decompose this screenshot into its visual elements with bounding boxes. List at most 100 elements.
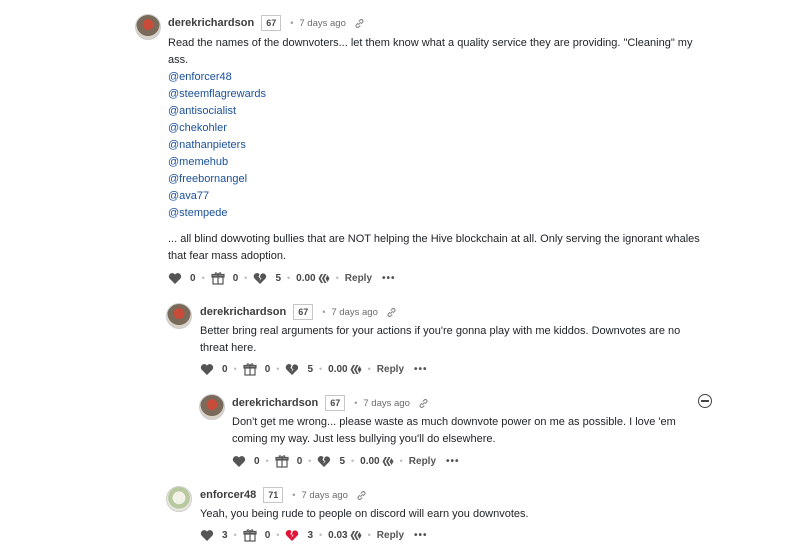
reputation-badge: 67	[293, 304, 314, 320]
timestamp[interactable]: 7 days ago	[299, 18, 345, 29]
mention-link[interactable]: @ava77	[168, 188, 748, 205]
hive-icon	[350, 530, 362, 540]
separator-dot: •	[367, 530, 371, 540]
comment-actions: 0 • 0 • 5 • 0.00 • Reply •••	[168, 271, 396, 285]
upvote-count[interactable]: 0	[222, 364, 228, 375]
gift-count[interactable]: 0	[297, 456, 303, 467]
separator-dot: •	[308, 456, 312, 466]
payout-amount: 0.00	[328, 363, 348, 375]
gift-icon[interactable]	[243, 528, 257, 542]
gift-count[interactable]: 0	[233, 273, 239, 284]
author-name[interactable]: derekrichardson	[200, 306, 286, 318]
mention-link[interactable]: @stempede	[168, 205, 748, 222]
comment-text-line: Better bring real arguments for your act…	[200, 325, 681, 337]
broken-heart-icon[interactable]	[317, 454, 331, 468]
link-icon[interactable]	[354, 18, 365, 29]
avatar[interactable]	[166, 303, 192, 329]
separator-dot: •	[319, 364, 323, 374]
hive-icon	[382, 456, 394, 466]
mention-link[interactable]: @steemflagrewards	[168, 86, 748, 103]
author-name[interactable]: derekrichardson	[232, 397, 318, 409]
avatar[interactable]	[166, 486, 192, 512]
reply-button[interactable]: Reply	[377, 364, 404, 375]
mention-link[interactable]: @nathanpieters	[168, 137, 748, 154]
downvote-count[interactable]: 5	[275, 273, 281, 284]
separator-dot: •	[354, 398, 358, 408]
comment-actions: 0 • 0 • 5 • 0.00 • Reply •••	[232, 454, 460, 468]
reply-button[interactable]: Reply	[409, 456, 436, 467]
separator-dot: •	[322, 307, 326, 317]
payout-amount: 0.00	[360, 455, 380, 467]
reputation-badge: 67	[261, 15, 282, 31]
separator-dot: •	[335, 273, 339, 283]
upvote-count[interactable]: 3	[222, 530, 228, 541]
separator-dot: •	[367, 364, 371, 374]
payout-amount: 0.00	[296, 272, 316, 284]
separator-dot: •	[319, 530, 323, 540]
avatar[interactable]	[135, 14, 161, 40]
comment-body: Yeah, you being rude to people on discor…	[200, 506, 760, 523]
reply-button[interactable]: Reply	[345, 273, 372, 284]
payout-value[interactable]: 0.00	[360, 455, 394, 467]
hive-icon	[350, 364, 362, 374]
comment-text-line: Read the names of the downvoters... let …	[168, 37, 693, 49]
timestamp[interactable]: 7 days ago	[331, 307, 377, 318]
comment-actions: 0 • 0 • 5 • 0.00 • Reply •••	[200, 362, 428, 376]
downvote-count[interactable]: 3	[307, 530, 313, 541]
mention-link[interactable]: @chekohler	[168, 120, 748, 137]
broken-heart-icon[interactable]	[285, 362, 299, 376]
more-options-button[interactable]: •••	[446, 456, 460, 467]
separator-dot: •	[292, 490, 296, 500]
collapse-icon[interactable]	[698, 394, 712, 408]
separator-dot: •	[287, 273, 291, 283]
downvote-count[interactable]: 5	[307, 364, 313, 375]
more-options-button[interactable]: •••	[382, 273, 396, 284]
author-name[interactable]: derekrichardson	[168, 17, 254, 29]
link-icon[interactable]	[386, 307, 397, 318]
comment-text-line: coming my way. Just less bullying you'll…	[232, 433, 496, 445]
mention-link[interactable]: @antisocialist	[168, 103, 748, 120]
mention-link[interactable]: @enforcer48	[168, 69, 748, 86]
author-name[interactable]: enforcer48	[200, 489, 256, 501]
link-icon[interactable]	[418, 398, 429, 409]
payout-value[interactable]: 0.00	[328, 363, 362, 375]
gift-icon[interactable]	[243, 362, 257, 376]
separator-dot: •	[201, 273, 205, 283]
more-options-button[interactable]: •••	[414, 364, 428, 375]
mention-link[interactable]: @freebornangel	[168, 171, 748, 188]
heart-icon[interactable]	[168, 271, 182, 285]
separator-dot: •	[290, 18, 294, 28]
gift-icon[interactable]	[275, 454, 289, 468]
avatar[interactable]	[199, 394, 225, 420]
comment-body-tail: ... all blind dowvoting bullies that are…	[168, 231, 758, 265]
separator-dot: •	[265, 456, 269, 466]
comment-body: Read the names of the downvoters... let …	[168, 35, 748, 222]
timestamp[interactable]: 7 days ago	[363, 398, 409, 409]
reputation-badge: 67	[325, 395, 346, 411]
heart-icon[interactable]	[232, 454, 246, 468]
heart-icon[interactable]	[200, 528, 214, 542]
downvote-count[interactable]: 5	[339, 456, 345, 467]
heart-icon[interactable]	[200, 362, 214, 376]
gift-count[interactable]: 0	[265, 364, 271, 375]
comment-body: Better bring real arguments for your act…	[200, 323, 760, 357]
timestamp[interactable]: 7 days ago	[301, 490, 347, 501]
upvote-count[interactable]: 0	[190, 273, 196, 284]
mention-link[interactable]: @memehub	[168, 154, 748, 171]
separator-dot: •	[399, 456, 403, 466]
reputation-badge: 71	[263, 487, 284, 503]
broken-heart-icon[interactable]	[253, 271, 267, 285]
separator-dot: •	[276, 364, 280, 374]
comment-text-line: that fear mass adoption.	[168, 250, 287, 262]
upvote-count[interactable]: 0	[254, 456, 260, 467]
payout-amount: 0.03	[328, 529, 348, 541]
gift-count[interactable]: 0	[265, 530, 271, 541]
comment-actions: 3 • 0 • 3 • 0.03 • Reply •••	[200, 528, 428, 542]
payout-value[interactable]: 0.00	[296, 272, 330, 284]
broken-heart-icon[interactable]	[285, 528, 299, 542]
reply-button[interactable]: Reply	[377, 530, 404, 541]
gift-icon[interactable]	[211, 271, 225, 285]
more-options-button[interactable]: •••	[414, 530, 428, 541]
payout-value[interactable]: 0.03	[328, 529, 362, 541]
link-icon[interactable]	[356, 490, 367, 501]
